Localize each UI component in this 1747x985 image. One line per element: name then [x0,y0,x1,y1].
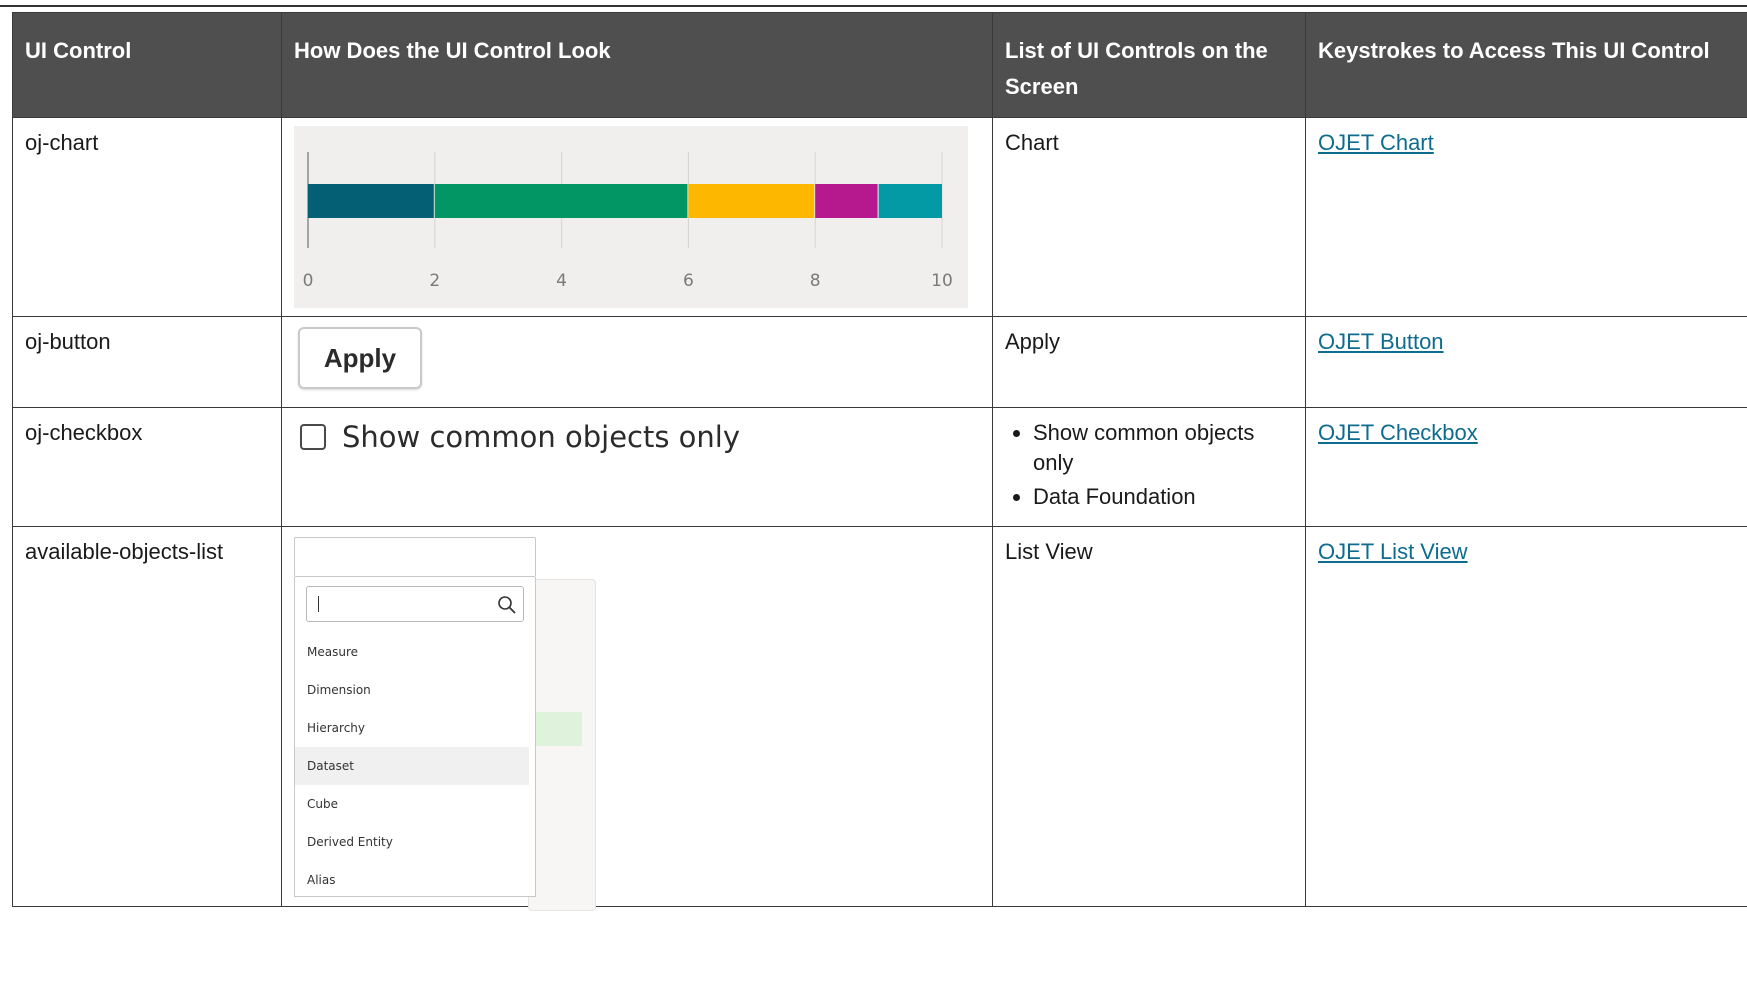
header-ui-control: UI Control [12,12,282,118]
table-row: available-objects-list Measure Dimension… [12,526,1747,911]
listview-highlight [536,712,582,746]
listview-item-selected[interactable]: Dataset [295,747,529,785]
ojet-button-link[interactable]: OJET Button [1318,329,1444,354]
control-name: oj-button [25,329,111,354]
checkbox-label: Show common objects only [342,420,741,454]
screen-controls-list: Show common objects only Data Foundation [993,418,1293,512]
listview-search-input[interactable] [306,586,524,622]
header-keystrokes: Keystrokes to Access This UI Control [1305,12,1747,118]
checkbox[interactable] [300,424,326,450]
chart-bar-segment[interactable] [688,184,815,218]
header-look: How Does the UI Control Look [281,12,993,118]
text-caret [318,596,319,612]
ojet-chart-link[interactable]: OJET Chart [1318,130,1434,155]
screen-control-item: List View [1005,539,1093,564]
ojet-listview-link[interactable]: OJET List View [1318,539,1468,564]
chart-bar-segment[interactable] [815,184,878,218]
control-name: oj-chart [25,130,99,155]
control-name: available-objects-list [25,539,224,564]
ojet-checkbox-link[interactable]: OJET Checkbox [1318,420,1478,445]
chart-tick-label: 4 [556,271,567,291]
chart-tick-label: 8 [810,271,821,291]
search-icon[interactable] [497,593,517,623]
chart-tick-label: 6 [683,271,694,291]
screen-control-item: Apply [1005,329,1061,354]
table-row: oj-checkbox Show common objects only Sho… [12,407,1747,527]
checkbox-sample[interactable]: Show common objects only [300,422,974,452]
chart-tick-label: 2 [429,271,440,291]
ui-controls-table: UI Control How Does the UI Control Look … [12,12,1747,911]
listview-dropdown: Measure Dimension Hierarchy Dataset Cube… [294,577,536,897]
list-item: Data Foundation [1033,482,1293,512]
table-header-row: UI Control How Does the UI Control Look … [12,12,1747,118]
chart-tick-label: 10 [931,271,953,291]
apply-button[interactable]: Apply [298,327,422,389]
listview-item[interactable]: Alias [295,861,529,899]
table-row: oj-button Apply Apply OJET Button [12,316,1747,408]
header-screen-controls: List of UI Controls on the Screen [992,12,1306,118]
listview-item[interactable]: Dimension [295,671,529,709]
chart-bar-segment[interactable] [434,184,688,218]
control-name: oj-checkbox [25,420,143,445]
chart-tick-label: 0 [303,271,314,291]
table-row: oj-chart 0 2 4 6 8 10 Chart OJET Chart [12,117,1747,317]
listview-item[interactable]: Cube [295,785,529,823]
listview-item[interactable]: Measure [295,633,529,671]
listview-sample: Measure Dimension Hierarchy Dataset Cube… [294,527,992,911]
chart-bar-segment[interactable] [308,184,434,218]
listview-item[interactable]: Derived Entity [295,823,529,861]
top-rule [0,5,1747,7]
chart-bar-segment[interactable] [878,184,942,218]
list-item: Show common objects only [1033,418,1293,478]
screen-control-item: Chart [1005,130,1059,155]
chart-svg: 0 2 4 6 8 10 [303,152,953,291]
listview-item[interactable]: Hierarchy [295,709,529,747]
listview-select-field[interactable] [294,537,536,577]
chart-sample: 0 2 4 6 8 10 [294,126,968,308]
